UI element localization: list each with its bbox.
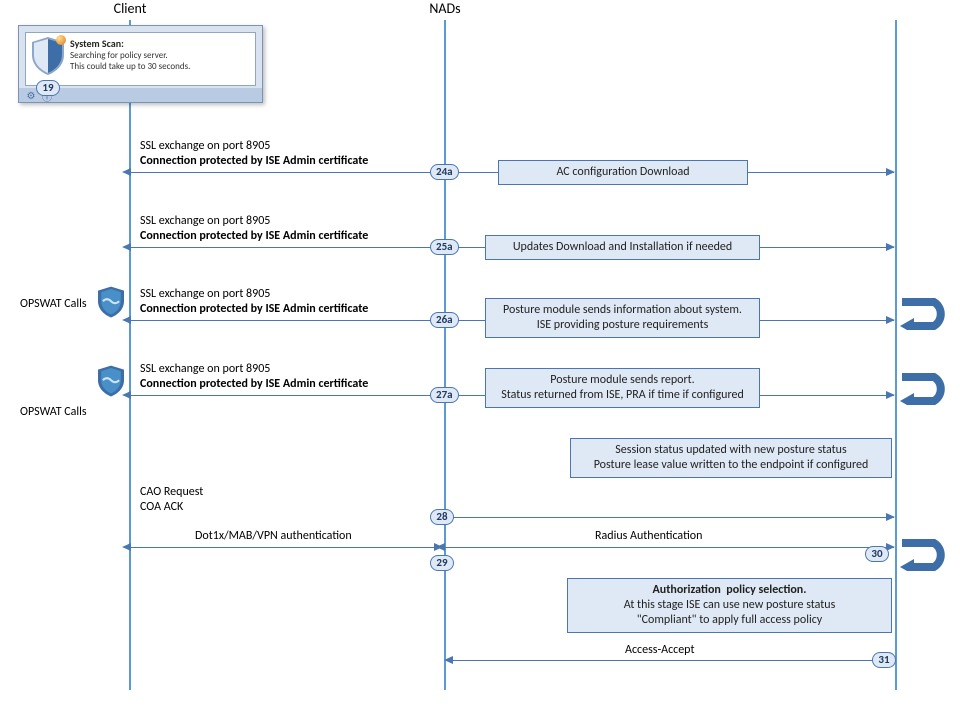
arrow-25a-head-l: [122, 243, 131, 251]
arrow-31-head-l: [444, 656, 453, 664]
scan-line2: This could take up to 30 seconds.: [70, 61, 249, 72]
lifeline-ise: [895, 20, 897, 690]
arrow-29-right: [444, 547, 894, 548]
box-updates: Updates Download and Installation if nee…: [485, 235, 760, 260]
lifeline-nads: [444, 20, 446, 690]
arrow-28: [444, 517, 894, 518]
auth-line2: At this stage ISE can use new posture st…: [578, 598, 881, 613]
ssl-line1-27a: SSL exchange on port 8905: [140, 362, 368, 377]
msg-access-accept: Access-Accept: [625, 643, 694, 658]
opswat-label-1: OPSWAT Calls: [20, 297, 87, 312]
lifeline-label-client: Client: [100, 0, 160, 17]
gear-icon[interactable]: ⚙: [25, 89, 37, 101]
step-badge-30: 30: [865, 546, 889, 562]
loop-arrow-icon-27a: [900, 371, 946, 405]
ssl-line2-27a: Connection protected by ISE Admin certif…: [140, 377, 368, 392]
box-posture-info: Posture module sends information about s…: [485, 298, 760, 338]
ssl-line1-26a: SSL exchange on port 8905: [140, 287, 368, 302]
ssl-line2-25a: Connection protected by ISE Admin certif…: [140, 229, 368, 244]
step-badge-19: 19: [36, 80, 60, 96]
box-posture-report: Posture module sends report. Status retu…: [485, 368, 760, 408]
step-badge-25a: 25a: [430, 239, 459, 255]
msg-radius: Radius Authentication: [595, 529, 702, 544]
ssl-text-27a: SSL exchange on port 8905 Connection pro…: [140, 362, 368, 392]
step-badge-26a: 26a: [430, 312, 459, 328]
ssl-line1-24a: SSL exchange on port 8905: [140, 139, 368, 154]
lifeline-label-nads: NADs: [415, 0, 475, 17]
lifeline-client: [129, 20, 131, 690]
arrow-28-head-r: [886, 513, 895, 521]
box-authorization: Authorization policy selection. At this …: [567, 578, 892, 633]
arrow-29-left: [130, 547, 443, 548]
msg-cao-req: CAO Request: [140, 485, 203, 500]
msg-dot1x: Dot1x/MAB/VPN authentication: [195, 529, 352, 544]
scan-line1: Searching for policy server.: [70, 50, 249, 61]
box-ac-config: AC configuration Download: [498, 160, 748, 185]
step-badge-24a: 24a: [430, 164, 459, 180]
ssl-line2-24a: Connection protected by ISE Admin certif…: [140, 154, 368, 169]
ssl-line1-25a: SSL exchange on port 8905: [140, 214, 368, 229]
box-session-status: Session status updated with new posture …: [570, 438, 892, 478]
arrow-27a-head-r: [886, 391, 895, 399]
msg-coa-ack: COA ACK: [140, 500, 183, 515]
step-badge-28: 28: [430, 509, 454, 525]
ssl-text-25a: SSL exchange on port 8905 Connection pro…: [140, 214, 368, 244]
loop-arrow-icon-30: [900, 537, 946, 571]
ssl-line2-26a: Connection protected by ISE Admin certif…: [140, 302, 368, 317]
step-badge-27a: 27a: [430, 387, 459, 403]
arrow-29-left-head-l: [122, 543, 131, 551]
arrow-26a-head-r: [886, 316, 895, 324]
opswat-label-2: OPSWAT Calls: [20, 405, 87, 420]
system-scan-inner: System Scan: Searching for policy server…: [25, 32, 256, 86]
arrow-31: [452, 660, 894, 661]
opswat-shield-icon-1: [98, 286, 124, 318]
ssl-text-26a: SSL exchange on port 8905 Connection pro…: [140, 287, 368, 317]
arrow-25a-head-r: [886, 243, 895, 251]
step-badge-31: 31: [872, 652, 896, 668]
loop-arrow-icon-26a: [900, 296, 946, 330]
arrow-29-right-head-l: [436, 543, 445, 551]
opswat-shield-icon-2: [98, 365, 124, 397]
arrow-24a-head-l: [122, 168, 131, 176]
scan-status-dot-icon: [56, 35, 66, 45]
step-badge-29: 29: [430, 555, 454, 571]
auth-line3: "Compliant" to apply full access policy: [578, 613, 881, 628]
scan-title: System Scan:: [70, 37, 249, 50]
ssl-text-24a: SSL exchange on port 8905 Connection pro…: [140, 139, 368, 169]
arrow-24a-head-r: [886, 168, 895, 176]
auth-title: Authorization policy selection.: [578, 583, 881, 598]
